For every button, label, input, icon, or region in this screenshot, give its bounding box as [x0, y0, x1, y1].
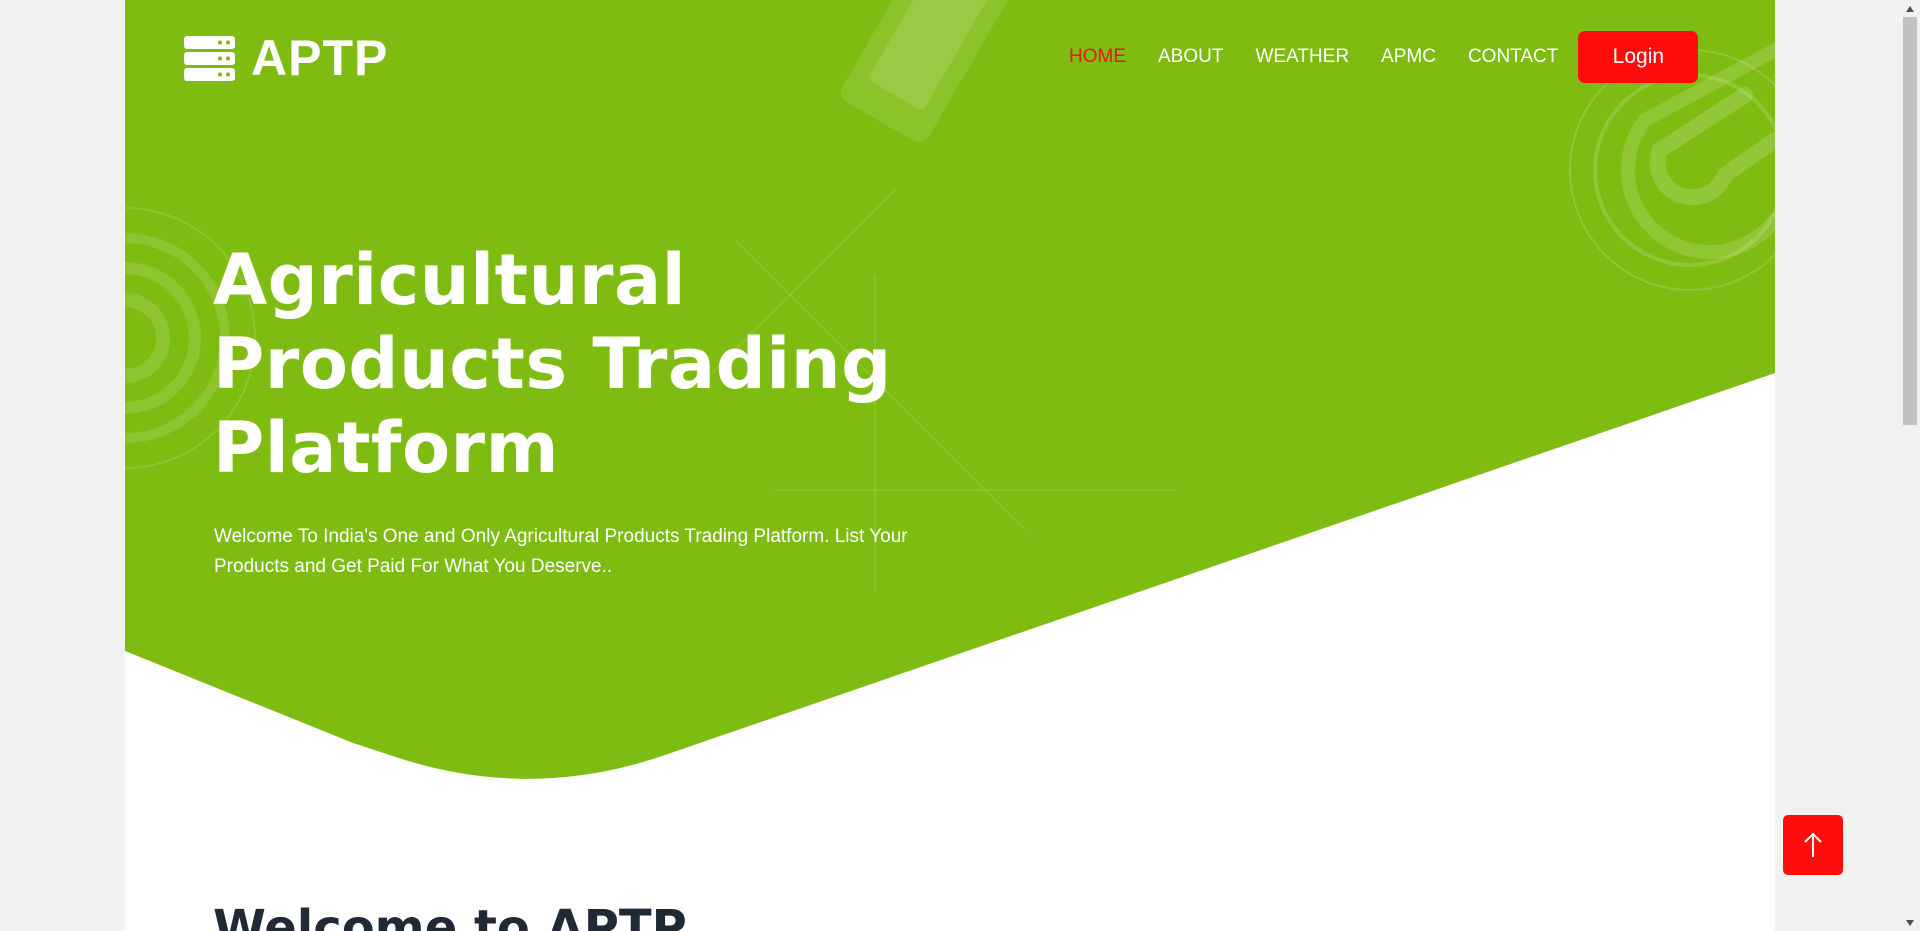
nav-apmc[interactable]: APMC: [1381, 31, 1436, 83]
page-container: APTP HOME ABOUT WEATHER APMC CONTACT Log…: [125, 0, 1775, 931]
triangle-up-icon: [1906, 5, 1914, 12]
main-nav: HOME ABOUT WEATHER APMC CONTACT Login: [1069, 31, 1699, 83]
nav-home[interactable]: HOME: [1069, 31, 1126, 83]
hero-title-line-2: Products Trading: [213, 323, 892, 405]
scroll-down-arrow[interactable]: [1900, 914, 1920, 931]
page-scrollbar[interactable]: [1900, 0, 1920, 931]
welcome-section-title: Welcome to APTP: [213, 900, 687, 931]
triangle-down-icon: [1906, 919, 1914, 926]
login-button[interactable]: Login: [1578, 31, 1699, 83]
scrollbar-thumb[interactable]: [1903, 17, 1917, 425]
scroll-to-top-button[interactable]: [1783, 815, 1843, 875]
scroll-up-arrow[interactable]: [1900, 0, 1920, 17]
hero-subtitle: Welcome To India's One and Only Agricult…: [214, 526, 908, 577]
brand-name: APTP: [251, 30, 389, 86]
nav-contact[interactable]: CONTACT: [1468, 31, 1558, 83]
server-stack-icon: [184, 35, 235, 81]
hero-title: Agricultural Products Trading Platform: [213, 238, 893, 490]
hero-title-line-1: Agricultural: [213, 239, 687, 321]
brand-logo[interactable]: APTP: [184, 33, 388, 83]
nav-weather[interactable]: WEATHER: [1255, 31, 1349, 83]
hero-title-line-3: Platform: [213, 407, 560, 489]
arrow-up-icon: [1804, 832, 1822, 857]
nav-about[interactable]: ABOUT: [1158, 31, 1223, 83]
